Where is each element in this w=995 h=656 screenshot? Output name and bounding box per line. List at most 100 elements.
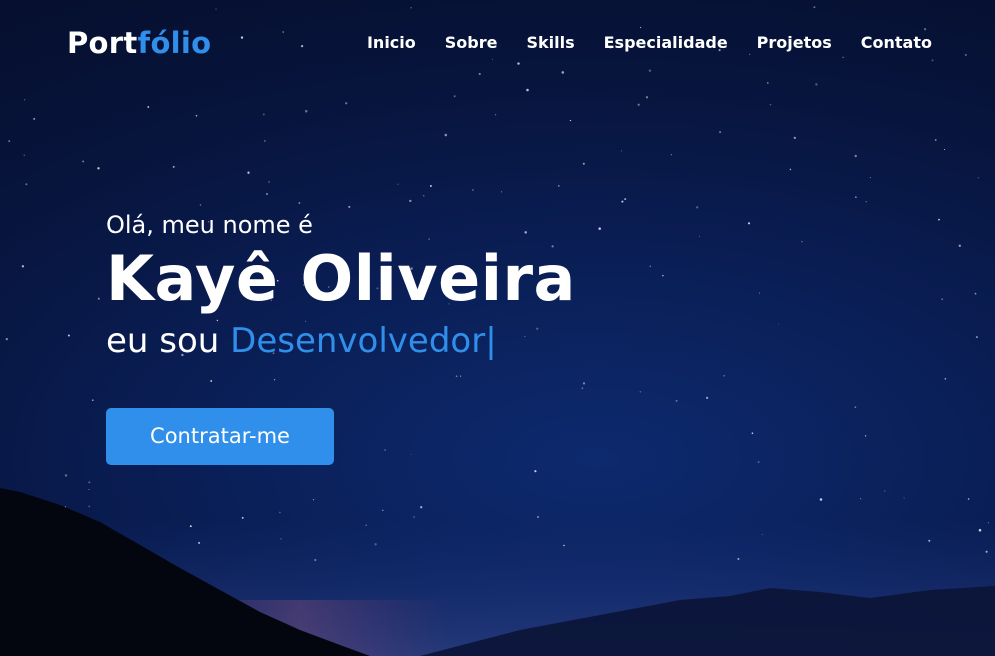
star <box>444 133 448 137</box>
logo-text-main: Port <box>67 26 138 60</box>
star <box>698 235 700 237</box>
star <box>855 196 857 198</box>
star <box>210 380 213 382</box>
star <box>429 185 432 187</box>
star <box>582 382 586 385</box>
star <box>274 379 276 381</box>
star <box>413 516 415 518</box>
star <box>25 183 28 186</box>
star <box>64 474 68 477</box>
star <box>172 165 175 168</box>
star <box>581 387 584 390</box>
star <box>854 406 857 408</box>
star <box>758 292 760 294</box>
nav-menu: Inicio Sobre Skills Especialidade Projet… <box>367 32 932 54</box>
star <box>975 336 978 339</box>
hero-name: Kayê Oliveira <box>106 242 576 315</box>
star <box>778 323 780 325</box>
logo-text-accent: fólio <box>137 26 212 60</box>
star <box>409 199 412 203</box>
hero-greeting: Olá, meu nome é <box>106 211 313 239</box>
star <box>472 189 474 191</box>
star <box>279 511 281 514</box>
nav-link-projetos[interactable]: Projetos <box>757 32 832 54</box>
role-typed-text: Desenvolvedor <box>230 321 486 361</box>
star <box>793 136 796 140</box>
star <box>987 522 989 524</box>
star <box>526 88 529 92</box>
star <box>264 140 266 142</box>
star <box>314 558 317 562</box>
star <box>865 201 867 203</box>
star <box>943 148 945 151</box>
star <box>247 171 250 174</box>
star <box>345 102 348 105</box>
star <box>268 180 271 183</box>
star <box>662 274 664 277</box>
star <box>598 227 601 230</box>
star <box>621 200 624 203</box>
star <box>944 378 947 380</box>
star <box>495 114 497 116</box>
hire-me-button[interactable]: Contratar-me <box>106 408 334 465</box>
star <box>557 185 560 187</box>
star <box>21 265 25 268</box>
nav-link-skills[interactable]: Skills <box>526 32 574 54</box>
nav-link-inicio[interactable]: Inicio <box>367 32 416 54</box>
star <box>397 183 399 185</box>
star <box>189 525 192 528</box>
star <box>88 481 91 484</box>
star <box>5 337 8 341</box>
nav-link-sobre[interactable]: Sobre <box>445 32 498 54</box>
role-prefix: eu sou <box>106 321 220 361</box>
site-logo[interactable]: Portfólio <box>67 24 211 62</box>
star <box>637 103 640 106</box>
star <box>819 498 823 501</box>
star <box>453 95 456 98</box>
navbar: Portfólio Inicio Sobre Skills Especialid… <box>0 0 995 86</box>
star <box>23 154 25 156</box>
star <box>974 292 977 295</box>
star <box>639 391 641 393</box>
star <box>241 516 244 519</box>
star <box>675 399 678 402</box>
star <box>934 139 937 141</box>
star <box>723 374 726 377</box>
star <box>92 399 94 401</box>
star <box>97 167 100 170</box>
star <box>705 396 709 400</box>
star <box>455 375 458 378</box>
star <box>88 505 91 508</box>
star <box>696 206 699 209</box>
star <box>747 222 751 225</box>
star <box>569 119 572 122</box>
star <box>374 543 377 546</box>
star <box>978 528 982 532</box>
star <box>620 150 622 152</box>
star <box>789 168 792 171</box>
star <box>761 533 763 535</box>
star <box>903 497 905 499</box>
star <box>624 198 627 201</box>
hero-role: eu sou Desenvolvedor| <box>106 318 576 364</box>
typing-cursor: | <box>485 321 497 361</box>
star <box>24 99 26 101</box>
star <box>420 506 423 509</box>
star <box>423 195 425 197</box>
star <box>860 498 862 500</box>
star <box>757 461 760 464</box>
star <box>280 538 282 540</box>
star <box>266 193 268 195</box>
star <box>534 470 537 473</box>
star <box>801 240 803 243</box>
star <box>8 140 11 143</box>
nav-link-especialidade[interactable]: Especialidade <box>604 32 728 54</box>
star <box>313 499 315 501</box>
star <box>410 453 412 455</box>
star <box>365 524 367 526</box>
star <box>928 539 931 542</box>
star <box>537 516 539 518</box>
star <box>147 106 150 108</box>
star <box>967 498 970 500</box>
nav-link-contato[interactable]: Contato <box>861 32 932 54</box>
